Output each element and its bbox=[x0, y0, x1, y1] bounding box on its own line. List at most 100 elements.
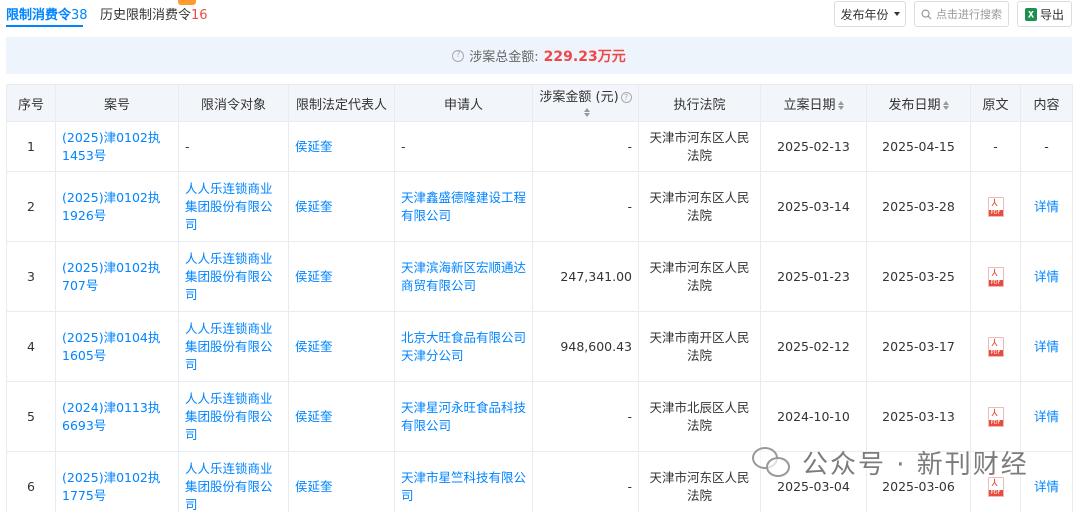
detail-link[interactable]: 详情 bbox=[1020, 171, 1073, 242]
target-company-link[interactable]: 人人乐连锁商业集团股份有限公司 bbox=[178, 171, 289, 242]
cell-amount: - bbox=[532, 451, 639, 512]
help-icon[interactable]: ? bbox=[620, 92, 632, 103]
badge-icon bbox=[178, 0, 196, 5]
table-row: 1 (2025)津0102执1453号 - 侯延奎 - - 天津市河东区人民法院… bbox=[6, 121, 1073, 172]
table-row: 6 (2025)津0102执1775号 人人乐连锁商业集团股份有限公司 侯延奎 … bbox=[6, 451, 1073, 512]
detail-link[interactable]: 详情 bbox=[1020, 381, 1073, 452]
col-header-case-no: 案号 bbox=[55, 84, 179, 122]
year-dropdown-label: 发布年份 bbox=[840, 7, 889, 22]
legal-rep-link[interactable]: 侯延奎 bbox=[288, 241, 395, 312]
cell-original bbox=[970, 241, 1021, 312]
col-header-publish-label: 发布日期 bbox=[888, 97, 941, 113]
cell-amount: 948,600.43 bbox=[532, 311, 639, 382]
target-company-link[interactable]: 人人乐连锁商业集团股份有限公司 bbox=[178, 381, 289, 452]
active-tab-indicator bbox=[6, 25, 83, 27]
col-header-filed-date[interactable]: 立案日期 bbox=[760, 84, 867, 122]
target-company-link[interactable]: 人人乐连锁商业集团股份有限公司 bbox=[178, 311, 289, 382]
cell-publish-date: 2025-03-13 bbox=[866, 381, 971, 452]
cell-court: 天津市北辰区人民法院 bbox=[638, 381, 761, 452]
col-header-amount[interactable]: 涉案金额 (元)? bbox=[532, 84, 639, 122]
caret-down-icon bbox=[893, 12, 900, 16]
case-number-link[interactable]: (2025)津0102执1453号 bbox=[55, 121, 179, 172]
pdf-icon[interactable] bbox=[987, 476, 1004, 497]
search-input[interactable] bbox=[936, 7, 1008, 21]
applicant-link[interactable]: 天津鑫盛德隆建设工程有限公司 bbox=[394, 171, 533, 242]
cell-publish-date: 2025-03-25 bbox=[866, 241, 971, 312]
target-company-link[interactable]: 人人乐连锁商业集团股份有限公司 bbox=[178, 241, 289, 312]
cell-court: 天津市河东区人民法院 bbox=[638, 241, 761, 312]
help-icon[interactable]: ? bbox=[452, 49, 465, 62]
applicant-link[interactable]: 天津滨海新区宏顺通达商贸有限公司 bbox=[394, 241, 533, 312]
legal-rep-link[interactable]: 侯延奎 bbox=[288, 121, 395, 172]
cell-original bbox=[970, 381, 1021, 452]
cell-amount: - bbox=[532, 121, 639, 172]
col-header-amount-label: 涉案金额 (元) bbox=[539, 90, 619, 105]
case-number-link[interactable]: (2025)津0102执1775号 bbox=[55, 451, 179, 512]
cell-original bbox=[970, 451, 1021, 512]
cell-court: 天津市河东区人民法院 bbox=[638, 171, 761, 242]
sort-icon[interactable] bbox=[583, 108, 590, 117]
case-number-link[interactable]: (2024)津0113执6693号 bbox=[55, 381, 179, 452]
legal-rep-link[interactable]: 侯延奎 bbox=[288, 311, 395, 382]
table-header-row: 序号 案号 限消令对象 限制法定代表人 申请人 涉案金额 (元)? 执行法院 立… bbox=[6, 84, 1073, 122]
sort-icon[interactable] bbox=[837, 100, 844, 110]
cell-index: 1 bbox=[6, 121, 56, 172]
cell-filed-date: 2025-02-12 bbox=[760, 311, 867, 382]
cell-applicant: - bbox=[394, 121, 533, 172]
col-header-target: 限消令对象 bbox=[178, 84, 289, 122]
total-amount-summary: ? 涉案总金额: 229.23万元 bbox=[6, 37, 1072, 74]
sort-icon[interactable] bbox=[942, 100, 949, 110]
cell-amount: - bbox=[532, 171, 639, 242]
col-header-original: 原文 bbox=[970, 84, 1021, 122]
pdf-icon[interactable] bbox=[987, 336, 1004, 357]
tab-label: 历史限制消费令 bbox=[100, 8, 192, 23]
detail-link[interactable]: 详情 bbox=[1020, 311, 1073, 382]
col-header-publish-date[interactable]: 发布日期 bbox=[866, 84, 971, 122]
tab-count: 38 bbox=[71, 8, 88, 23]
cell-amount: 247,341.00 bbox=[532, 241, 639, 312]
cell-court: 天津市河东区人民法院 bbox=[638, 451, 761, 512]
col-header-applicant: 申请人 bbox=[394, 84, 533, 122]
cell-index: 2 bbox=[6, 171, 56, 242]
export-button[interactable]: 导出 bbox=[1017, 1, 1072, 27]
cell-original bbox=[970, 171, 1021, 242]
case-number-link[interactable]: (2025)津0102执707号 bbox=[55, 241, 179, 312]
applicant-link[interactable]: 天津市星竺科技有限公司 bbox=[394, 451, 533, 512]
legal-rep-link[interactable]: 侯延奎 bbox=[288, 171, 395, 242]
publish-year-dropdown[interactable]: 发布年份 bbox=[834, 1, 906, 27]
pdf-icon[interactable] bbox=[987, 406, 1004, 427]
tab-history-restriction-orders[interactable]: 历史限制消费令16 bbox=[100, 4, 208, 23]
case-number-link[interactable]: (2025)津0104执1605号 bbox=[55, 311, 179, 382]
restriction-orders-table: 序号 案号 限消令对象 限制法定代表人 申请人 涉案金额 (元)? 执行法院 立… bbox=[6, 84, 1073, 512]
col-header-legal-rep: 限制法定代表人 bbox=[288, 84, 395, 122]
target-company-link[interactable]: 人人乐连锁商业集团股份有限公司 bbox=[178, 451, 289, 512]
summary-label: 涉案总金额: bbox=[469, 50, 539, 65]
table-row: 3 (2025)津0102执707号 人人乐连锁商业集团股份有限公司 侯延奎 天… bbox=[6, 241, 1073, 312]
case-number-link[interactable]: (2025)津0102执1926号 bbox=[55, 171, 179, 242]
table-row: 4 (2025)津0104执1605号 人人乐连锁商业集团股份有限公司 侯延奎 … bbox=[6, 311, 1073, 382]
search-icon bbox=[921, 9, 932, 20]
cell-index: 3 bbox=[6, 241, 56, 312]
detail-link[interactable]: 详情 bbox=[1020, 241, 1073, 312]
tab-restriction-orders[interactable]: 限制消费令38 bbox=[6, 4, 88, 23]
legal-rep-link[interactable]: 侯延奎 bbox=[288, 451, 395, 512]
excel-icon bbox=[1024, 7, 1037, 21]
detail-link[interactable]: 详情 bbox=[1020, 451, 1073, 512]
pdf-icon[interactable] bbox=[987, 266, 1004, 287]
legal-rep-link[interactable]: 侯延奎 bbox=[288, 381, 395, 452]
applicant-link[interactable]: 天津星河永旺食品科技有限公司 bbox=[394, 381, 533, 452]
cell-publish-date: 2025-03-06 bbox=[866, 451, 971, 512]
toolbar: 限制消费令38 历史限制消费令16 发布年份 导出 bbox=[0, 0, 1080, 32]
table-row: 5 (2024)津0113执6693号 人人乐连锁商业集团股份有限公司 侯延奎 … bbox=[6, 381, 1073, 452]
table-row: 2 (2025)津0102执1926号 人人乐连锁商业集团股份有限公司 侯延奎 … bbox=[6, 171, 1073, 242]
applicant-link[interactable]: 北京大旺食品有限公司天津分公司 bbox=[394, 311, 533, 382]
col-header-content: 内容 bbox=[1020, 84, 1073, 122]
cell-publish-date: 2025-04-15 bbox=[866, 121, 971, 172]
cell-amount: - bbox=[532, 381, 639, 452]
cell-court: 天津市河东区人民法院 bbox=[638, 121, 761, 172]
cell-filed-date: 2025-02-13 bbox=[760, 121, 867, 172]
tab-label: 限制消费令 bbox=[6, 8, 72, 23]
cell-filed-date: 2025-01-23 bbox=[760, 241, 867, 312]
cell-index: 5 bbox=[6, 381, 56, 452]
pdf-icon[interactable] bbox=[987, 196, 1004, 217]
